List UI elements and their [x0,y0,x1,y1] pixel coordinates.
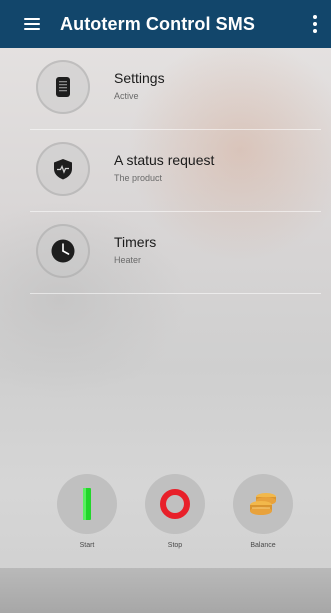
shield-pulse-icon [54,159,72,180]
stop-ring-icon [160,489,190,519]
timers-icon-circle [36,224,90,278]
bottom-bar [0,568,331,613]
more-options-button[interactable] [301,0,329,48]
app-title: Autoterm Control SMS [60,13,255,34]
app-bar: Autoterm Control SMS [0,0,331,48]
item-title: A status request [114,152,215,168]
item-subtitle: The product [114,173,163,183]
status-icon-circle [36,142,90,196]
balance-button[interactable] [233,474,293,534]
coins-stack-icon [250,493,276,515]
menu-button[interactable] [8,0,56,48]
list-item-settings[interactable]: Settings Active [0,48,331,130]
item-subtitle: Active [114,91,139,101]
balance-action[interactable]: Balance [233,474,293,554]
hamburger-icon [24,18,40,30]
smartwatch-icon [56,77,70,97]
stop-label: Stop [167,542,183,549]
start-label: Start [79,542,95,549]
start-button[interactable] [57,474,117,534]
action-bar: Start Stop Balance [0,474,331,554]
clock-icon [51,239,75,263]
item-title: Settings [114,70,165,86]
item-subtitle: Heater [114,255,142,265]
balance-label: Balance [250,542,276,549]
more-vert-icon [313,15,317,33]
list-item-timers[interactable]: Timers Heater [0,212,331,294]
start-bar-icon [83,488,91,520]
menu-list: Settings Active A status request The pro… [0,48,331,294]
stop-action[interactable]: Stop [145,474,205,554]
start-action[interactable]: Start [57,474,117,554]
settings-icon-circle [36,60,90,114]
stop-button[interactable] [145,474,205,534]
list-item-status-request[interactable]: A status request The product [0,130,331,212]
item-title: Timers [114,234,157,250]
